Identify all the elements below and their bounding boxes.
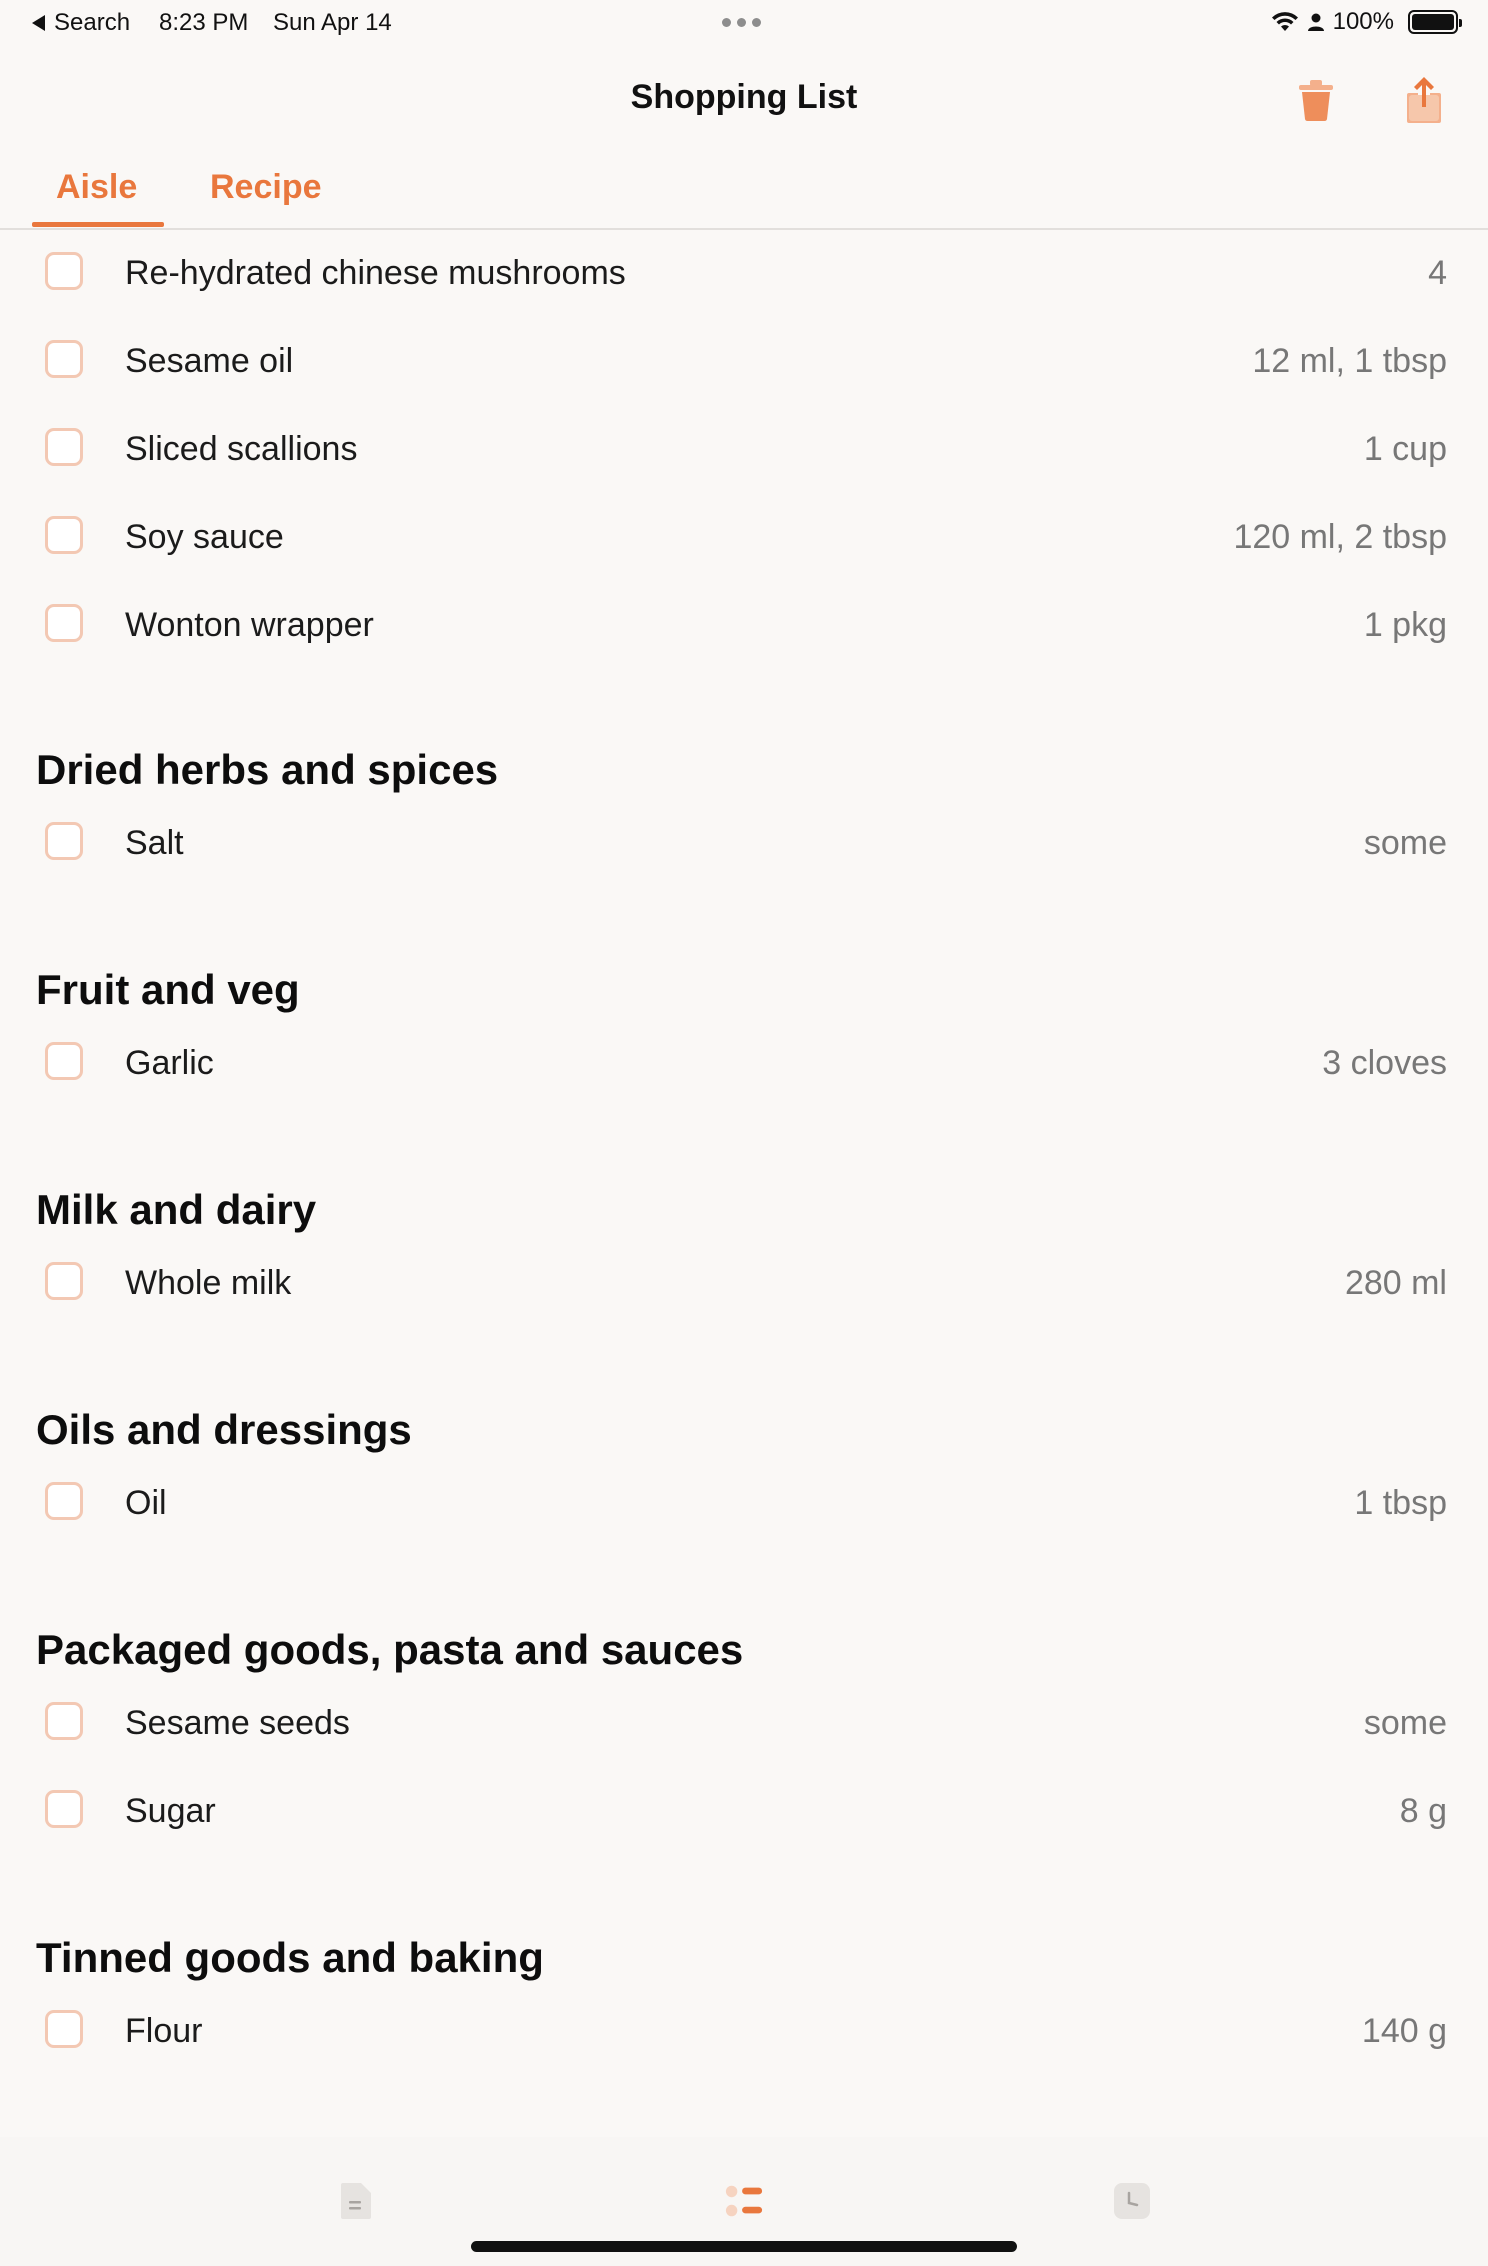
item-quantity: 8 g	[1399, 1792, 1447, 1830]
item-quantity: 1 cup	[1363, 430, 1447, 468]
item-name: Sesame seeds	[125, 1704, 350, 1742]
grouping-tabs: Aisle Recipe	[0, 148, 1488, 230]
item-quantity: 4	[1428, 254, 1447, 292]
item-name: Re-hydrated chinese mushrooms	[125, 254, 626, 292]
item-checkbox[interactable]	[45, 340, 83, 378]
item-checkbox[interactable]	[45, 2010, 83, 2048]
item-name: Sesame oil	[125, 342, 294, 380]
delete-button[interactable]	[1286, 70, 1346, 130]
item-quantity: 280 ml	[1344, 1264, 1447, 1302]
list-item: Flour 140 g	[0, 1980, 1488, 2068]
item-name: Garlic	[125, 1044, 214, 1082]
section-title: Fruit and veg	[36, 966, 300, 1013]
share-icon	[1407, 77, 1441, 123]
section-header: Oils and dressings	[0, 1320, 1488, 1460]
item-checkbox[interactable]	[45, 1042, 83, 1080]
scroll-fade	[0, 2077, 1488, 2137]
item-name: Sugar	[125, 1792, 216, 1830]
battery-percent: 100%	[1332, 8, 1394, 35]
item-checkbox[interactable]	[45, 516, 83, 554]
item-name: Soy sauce	[125, 518, 284, 556]
tab-history[interactable]	[1112, 2181, 1152, 2221]
item-quantity: 120 ml, 2 tbsp	[1233, 518, 1447, 556]
list-item: Salt some	[0, 792, 1488, 880]
item-quantity: some	[1363, 1704, 1447, 1742]
shopping-list-icon	[725, 2185, 763, 2217]
list-item: Wonton wrapper 1 pkg	[0, 574, 1488, 662]
item-checkbox[interactable]	[45, 1702, 83, 1740]
list-item: Re-hydrated chinese mushrooms 4	[0, 222, 1488, 310]
trash-icon	[1299, 80, 1333, 121]
item-checkbox[interactable]	[45, 822, 83, 860]
nav-bar: Shopping List	[0, 48, 1488, 148]
status-bar: Search 8:23 PM Sun Apr 14 100%	[0, 0, 1488, 48]
list-item: Sliced scallions 1 cup	[0, 398, 1488, 486]
section-header: Milk and dairy	[0, 1100, 1488, 1240]
item-name: Salt	[125, 824, 184, 862]
share-button[interactable]	[1394, 70, 1454, 130]
multitasking-dots-icon[interactable]	[722, 18, 761, 27]
item-quantity: 1 pkg	[1363, 606, 1447, 644]
item-name: Whole milk	[125, 1264, 292, 1302]
list-item: Soy sauce 120 ml, 2 tbsp	[0, 486, 1488, 574]
back-label: Search	[54, 9, 131, 36]
section-header: Dried herbs and spices	[0, 662, 1488, 800]
item-checkbox[interactable]	[45, 1262, 83, 1300]
item-checkbox[interactable]	[45, 604, 83, 642]
section-title: Tinned goods and baking	[36, 1934, 544, 1981]
item-quantity: 12 ml, 1 tbsp	[1252, 342, 1447, 380]
list-item: Sesame seeds some	[0, 1672, 1488, 1760]
person-icon	[1307, 13, 1324, 31]
section-title: Dried herbs and spices	[36, 746, 499, 793]
list-item: Whole milk 280 ml	[0, 1232, 1488, 1320]
section-header: Packaged goods, pasta and sauces	[0, 1540, 1488, 1680]
shopping-list: Re-hydrated chinese mushrooms 4 Sesame o…	[0, 232, 1488, 2068]
status-right: 100%	[1271, 8, 1462, 36]
item-quantity: 3 cloves	[1322, 1044, 1447, 1082]
item-checkbox[interactable]	[45, 1482, 83, 1520]
list-item: Garlic 3 cloves	[0, 1012, 1488, 1100]
battery-icon	[1408, 10, 1462, 34]
home-indicator[interactable]	[471, 2241, 1017, 2252]
recipes-icon	[341, 2183, 371, 2219]
back-arrow-icon	[32, 15, 45, 31]
item-name: Flour	[125, 2012, 203, 2050]
tab-aisle[interactable]: Aisle	[56, 168, 137, 207]
list-item: Sugar 8 g	[0, 1760, 1488, 1848]
item-quantity: 140 g	[1361, 2012, 1447, 2050]
list-item: Oil 1 tbsp	[0, 1452, 1488, 1540]
item-checkbox[interactable]	[45, 428, 83, 466]
item-checkbox[interactable]	[45, 252, 83, 290]
section-title: Oils and dressings	[36, 1406, 412, 1453]
page-title: Shopping List	[630, 78, 858, 116]
bottom-tab-bar	[0, 2077, 1488, 2266]
screen: Search 8:23 PM Sun Apr 14 100% Shopping …	[0, 0, 1488, 2266]
wifi-icon	[1271, 12, 1298, 31]
list-item: Sesame oil 12 ml, 1 tbsp	[0, 310, 1488, 398]
item-quantity: 1 tbsp	[1354, 1484, 1447, 1522]
section-header: Tinned goods and baking	[0, 1848, 1488, 1988]
tab-recipes[interactable]	[336, 2181, 376, 2221]
back-to-search-link[interactable]: Search	[32, 9, 130, 37]
item-name: Wonton wrapper	[125, 606, 374, 644]
item-quantity: some	[1363, 824, 1447, 862]
item-name: Sliced scallions	[125, 430, 358, 468]
section-header: Fruit and veg	[0, 880, 1488, 1020]
item-name: Oil	[125, 1484, 167, 1522]
tab-recipe[interactable]: Recipe	[210, 168, 322, 207]
item-checkbox[interactable]	[45, 1790, 83, 1828]
section-title: Packaged goods, pasta and sauces	[36, 1626, 744, 1673]
status-time: 8:23 PM	[159, 9, 249, 36]
section-title: Milk and dairy	[36, 1186, 317, 1233]
tab-shopping-list[interactable]	[724, 2181, 764, 2221]
status-date: Sun Apr 14	[273, 9, 392, 36]
history-icon	[1114, 2183, 1150, 2219]
